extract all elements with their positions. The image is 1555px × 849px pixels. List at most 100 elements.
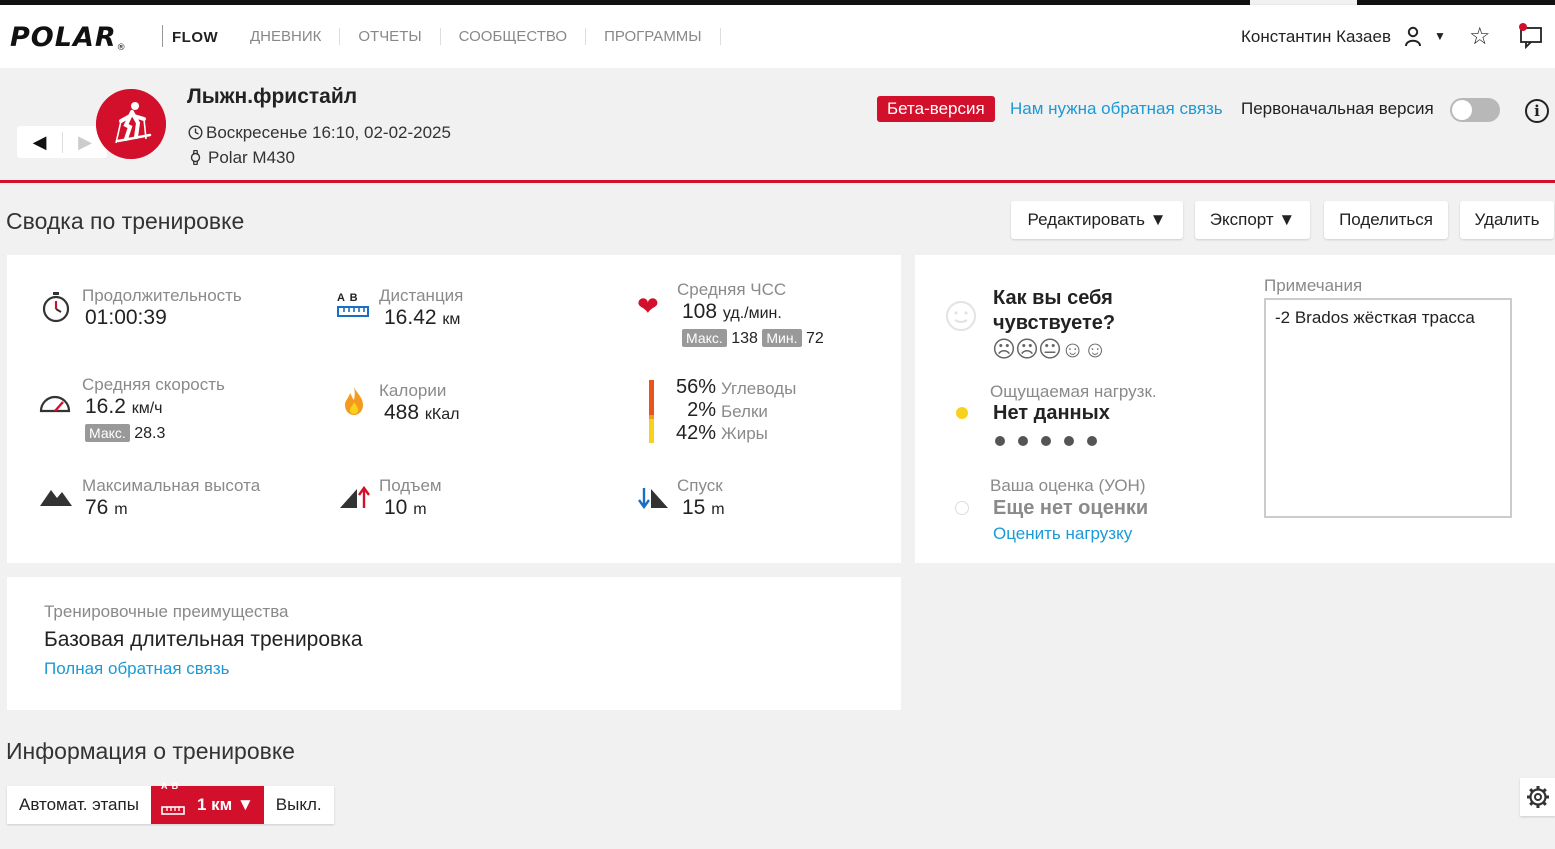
lap-distance-select[interactable]: A B 1 км ▼	[150, 781, 264, 824]
freestyle-skiing-icon	[96, 89, 166, 159]
avg-hr-label: Средняя ЧСС	[677, 280, 787, 299]
fat-pct: 42%	[676, 422, 717, 444]
rpe-rating-dots[interactable]	[995, 433, 1110, 451]
fat-label: Жиры	[721, 424, 768, 443]
ascent-unit: m	[413, 501, 427, 518]
ascent-value: 10 m	[384, 496, 427, 520]
speedometer-icon	[39, 395, 71, 413]
rpe-dot-3[interactable]	[1041, 436, 1051, 446]
distance-unit: км	[442, 311, 461, 328]
training-info-title: Информация о тренировке	[6, 738, 295, 764]
max-altitude-label: Максимальная высота	[82, 476, 261, 495]
descent-unit: m	[711, 501, 725, 518]
edit-button[interactable]: Редактировать ▼	[1011, 201, 1183, 239]
summary-title: Сводка по тренировке	[6, 208, 245, 234]
nav-community[interactable]: СООБЩЕСТВО	[441, 28, 587, 45]
auto-laps-control: Автомат. этапы A B 1 км ▼ Выкл.	[7, 781, 334, 824]
activity-navigation: ◀ ▶	[17, 126, 107, 158]
stats-panel: Продолжительность 01:00:39 A B Дистанция…	[7, 255, 901, 563]
top-navigation: POLAR® FLOW ДНЕВНИК ОТЧЕТЫ СООБЩЕСТВО ПР…	[0, 5, 1555, 68]
nav-reports[interactable]: ОТЧЕТЫ	[340, 28, 441, 45]
rating-value: Еще нет оценки	[993, 497, 1149, 519]
settings-gear-icon[interactable]	[1520, 778, 1555, 816]
polar-logo[interactable]: POLAR®	[10, 22, 127, 53]
rpe-label: Ощущаемая нагрузк.	[990, 382, 1157, 401]
lap-distance-value: 1 км ▼	[196, 795, 254, 814]
duration-value: 01:00:39	[85, 306, 167, 329]
activity-device: Polar M430	[188, 148, 295, 168]
logo-trademark: ®	[116, 43, 127, 53]
notes-label: Примечания	[1264, 276, 1363, 295]
avg-hr-value: 108 уд./мин.	[682, 300, 782, 324]
export-button[interactable]: Экспорт ▼	[1195, 201, 1310, 239]
user-menu-caret-icon[interactable]: ▼	[1434, 29, 1446, 43]
favorites-star-icon[interactable]: ☆	[1469, 22, 1491, 51]
rating-label: Ваша оценка (УОН)	[990, 476, 1146, 495]
original-version-toggle[interactable]	[1450, 98, 1500, 122]
avg-speed-number: 16.2	[85, 395, 126, 418]
distance-icon: A B	[337, 292, 371, 322]
original-version-label: Первоначальная версия	[1241, 99, 1434, 118]
rpe-dot-1[interactable]	[995, 436, 1005, 446]
previous-activity-arrow-icon[interactable]: ◀	[17, 132, 62, 153]
ascent-icon	[340, 485, 370, 508]
macros-color-bar	[649, 380, 654, 443]
avg-speed-value: 16.2 км/ч	[85, 395, 163, 419]
rpe-dot-4[interactable]	[1064, 436, 1074, 446]
hr-max-value: 138	[731, 330, 758, 347]
delete-button[interactable]: Удалить	[1460, 201, 1554, 239]
activity-header-underline	[0, 180, 1555, 183]
feeling-faces-icon[interactable]: ☹☹😐☺☺	[992, 336, 1107, 363]
rpe-value: Нет данных	[993, 402, 1110, 424]
rpe-dot-5[interactable]	[1087, 436, 1097, 446]
user-icon[interactable]	[1404, 25, 1422, 47]
avg-hr-unit: уд./мин.	[722, 305, 782, 322]
distance-value: 16.42 км	[384, 306, 460, 330]
training-benefit-value: Базовая длительная тренировка	[44, 628, 363, 651]
full-feedback-link[interactable]: Полная обратная связь	[44, 659, 229, 679]
calories-label: Калории	[379, 381, 447, 400]
training-benefit-panel: Тренировочные преимущества Базовая длите…	[7, 577, 901, 710]
mountain-icon	[40, 490, 72, 506]
distance-label: Дистанция	[379, 286, 464, 305]
notifications-icon[interactable]	[1518, 23, 1544, 49]
training-benefit-label: Тренировочные преимущества	[44, 602, 289, 621]
feeling-question: Как вы себя чувствуете?	[993, 286, 1115, 336]
clock-icon	[188, 125, 203, 140]
activity-title: Лыжн.фристайл	[187, 85, 358, 108]
speed-max: Макс. 28.3	[85, 424, 165, 443]
descent-value: 15 m	[682, 496, 725, 520]
carbs-pct: 56%	[676, 376, 717, 398]
flame-icon	[345, 387, 363, 415]
speed-max-value: 28.3	[134, 425, 166, 442]
max-altitude-number: 76	[85, 496, 109, 519]
info-icon[interactable]: i	[1525, 99, 1549, 123]
notes-textarea[interactable]: -2 Brados жёсткая трасса	[1264, 298, 1512, 518]
neutral-face-icon	[946, 301, 976, 331]
max-altitude-unit: m	[114, 501, 128, 518]
nav-programs[interactable]: ПРОГРАММЫ	[586, 28, 721, 45]
hr-min-badge: Мин.	[762, 329, 802, 347]
lap-ruler-icon	[161, 806, 185, 815]
hr-min-max: Макс. 138 Мин. 72	[682, 329, 824, 348]
avg-hr-number: 108	[682, 300, 718, 323]
nav-diary[interactable]: ДНЕВНИК	[232, 28, 341, 45]
rating-indicator-circle	[955, 501, 969, 515]
rpe-dot-2[interactable]	[1018, 436, 1028, 446]
carbs-label: Углеводы	[721, 379, 797, 398]
lap-distance-icon-text: A B	[160, 781, 180, 791]
beta-badge: Бета-версия	[877, 96, 995, 122]
distance-icon-text: A B	[337, 292, 359, 304]
feeling-question-line1: Как вы себя	[993, 287, 1113, 309]
feedback-link[interactable]: Нам нужна обратная связь	[1010, 99, 1223, 119]
stopwatch-icon	[42, 292, 70, 323]
auto-laps-off-button[interactable]: Выкл.	[263, 786, 334, 824]
calories-number: 488	[384, 401, 420, 424]
flow-label[interactable]: FLOW	[172, 29, 218, 46]
share-button[interactable]: Поделиться	[1324, 201, 1448, 239]
distance-number: 16.42	[384, 306, 437, 329]
rate-load-link[interactable]: Оценить нагрузку	[993, 524, 1132, 544]
user-name[interactable]: Константин Казаев	[1241, 27, 1391, 47]
logo-divider	[162, 25, 163, 47]
auto-laps-label[interactable]: Автомат. этапы	[7, 786, 151, 824]
